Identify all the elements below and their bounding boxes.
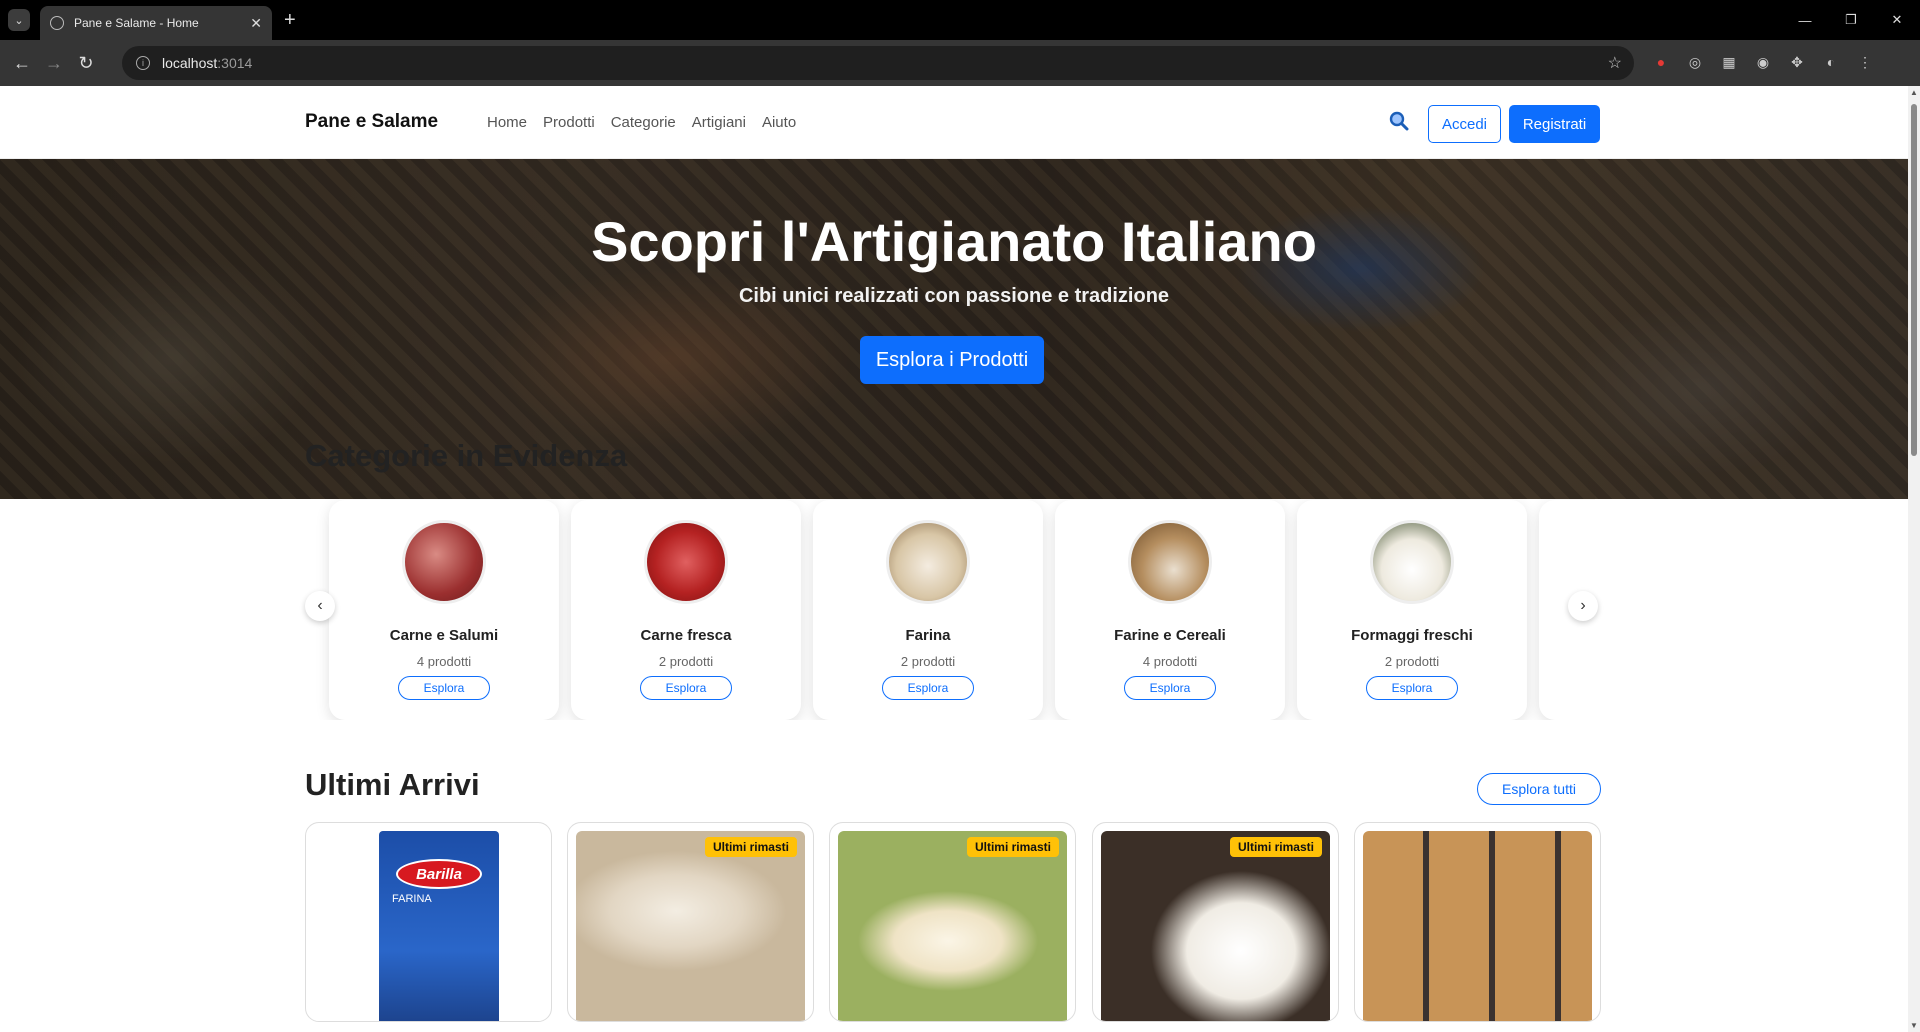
category-card[interactable]: Formaggi freschi 2 prodotti Esplora	[1297, 500, 1527, 720]
extensions-bar: ● ◎ ▦ ◉ ✥ ◐ ⋮	[1650, 51, 1876, 73]
camera-icon[interactable]: ◉	[1752, 51, 1774, 73]
category-image	[1128, 520, 1212, 604]
product-card[interactable]: Ultimi rimasti	[567, 822, 814, 1022]
back-icon[interactable]: ←	[6, 47, 38, 79]
nav-prodotti[interactable]: Prodotti	[543, 114, 595, 131]
nav-categorie[interactable]: Categorie	[611, 114, 676, 131]
window-controls: — ❐ ✕	[1782, 0, 1920, 40]
extension-red-icon[interactable]: ●	[1650, 51, 1672, 73]
product-image	[1363, 831, 1592, 1021]
category-count: 2 prodotti	[900, 654, 956, 669]
new-arrivals-title: Ultimi Arrivi	[305, 767, 480, 802]
close-tab-icon[interactable]: ✕	[250, 15, 262, 32]
category-image	[886, 520, 970, 604]
scrollbar-thumb[interactable]	[1911, 104, 1917, 456]
category-name: Carne e Salumi	[389, 627, 499, 644]
low-stock-badge: Ultimi rimasti	[704, 837, 797, 857]
category-name: Formaggi freschi	[1351, 627, 1473, 644]
category-count: 2 prodotti	[658, 654, 714, 669]
site-navbar: Pane e Salame Home Prodotti Categorie Ar…	[0, 86, 1908, 159]
product-image	[1101, 831, 1330, 1021]
carousel-next-button[interactable]: ›	[1568, 591, 1598, 621]
category-image	[644, 520, 728, 604]
forward-icon[interactable]: →	[38, 47, 70, 79]
product-card[interactable]: Ultimi rimasti	[829, 822, 1076, 1022]
package-label: FARINA	[392, 893, 432, 905]
browser-tab[interactable]: Pane e Salame - Home ✕	[40, 6, 272, 40]
bookmark-star-icon[interactable]: ☆	[1608, 53, 1622, 73]
nav-artigiani[interactable]: Artigiani	[692, 114, 746, 131]
category-card[interactable]: Carne e Salumi 4 prodotti Esplora	[329, 500, 559, 720]
globe-icon	[50, 16, 64, 30]
browser-toolbar: ← → ↻ i localhost:3014 ☆ ● ◎ ▦ ◉ ✥ ◐ ⋮	[0, 40, 1920, 86]
search-icon[interactable]	[1388, 110, 1410, 132]
hero-banner: Scopri l'Artigianato Italiano Cibi unici…	[0, 159, 1908, 499]
category-card[interactable]: Farina 2 prodotti Esplora	[813, 500, 1043, 720]
category-card[interactable]: Carne fresca 2 prodotti Esplora	[571, 500, 801, 720]
scroll-up-icon[interactable]: ▲	[1910, 88, 1918, 97]
low-stock-badge: Ultimi rimasti	[966, 837, 1059, 857]
new-tab-button[interactable]: +	[284, 10, 296, 30]
hero-title: Scopri l'Artigianato Italiano	[591, 210, 1317, 273]
category-image	[402, 520, 486, 604]
product-card[interactable]	[1354, 822, 1601, 1022]
register-button[interactable]: Registrati	[1509, 105, 1600, 143]
product-image	[838, 831, 1067, 1021]
explore-products-button[interactable]: Esplora i Prodotti	[860, 336, 1044, 384]
hero-subtitle: Cibi unici realizzati con passione e tra…	[738, 285, 1170, 307]
category-name: Farine e Cereali	[1114, 627, 1226, 644]
category-explore-button[interactable]: Esplora	[1124, 676, 1216, 700]
product-image	[576, 831, 805, 1021]
category-count: 4 prodotti	[416, 654, 472, 669]
categories-carousel: Carne e Salumi 4 prodotti Esplora Carne …	[305, 490, 1595, 720]
address-bar[interactable]: i localhost:3014 ☆	[122, 46, 1634, 80]
url-port: :3014	[217, 55, 253, 71]
menu-dots-icon[interactable]: ⋮	[1854, 51, 1876, 73]
nav-links: Home Prodotti Categorie Artigiani Aiuto	[487, 114, 796, 131]
nav-home[interactable]: Home	[487, 114, 527, 131]
minimize-button[interactable]: —	[1782, 0, 1828, 40]
product-card[interactable]: Barilla FARINA	[305, 822, 552, 1022]
nav-aiuto[interactable]: Aiuto	[762, 114, 796, 131]
product-card[interactable]: Ultimi rimasti	[1092, 822, 1339, 1022]
url-host: localhost	[162, 55, 218, 71]
category-card[interactable]: Farine e Cereali 4 prodotti Esplora	[1055, 500, 1285, 720]
scroll-down-icon[interactable]: ▼	[1910, 1021, 1918, 1030]
category-explore-button[interactable]: Esplora	[882, 676, 974, 700]
tab-search-button[interactable]: ⌄	[8, 9, 30, 31]
category-explore-button[interactable]: Esplora	[640, 676, 732, 700]
close-window-button[interactable]: ✕	[1874, 0, 1920, 40]
profile-avatar-icon[interactable]: ◐	[1820, 51, 1842, 73]
site-info-icon[interactable]: i	[136, 56, 150, 70]
puzzle-icon[interactable]: ✥	[1786, 51, 1808, 73]
low-stock-badge: Ultimi rimasti	[1229, 837, 1322, 857]
extension-grid-icon[interactable]: ▦	[1718, 51, 1740, 73]
category-explore-button[interactable]: Esplora	[398, 676, 490, 700]
reload-icon[interactable]: ↻	[70, 47, 102, 79]
login-button[interactable]: Accedi	[1428, 105, 1501, 143]
category-explore-button[interactable]: Esplora	[1366, 676, 1458, 700]
category-count: 2 prodotti	[1384, 654, 1440, 669]
category-count: 4 prodotti	[1142, 654, 1198, 669]
product-image: Barilla FARINA	[314, 831, 543, 1021]
browser-tab-strip: ⌄ Pane e Salame - Home ✕ + — ❐ ✕	[0, 0, 1920, 40]
category-name: Carne fresca	[640, 627, 732, 644]
explore-all-button[interactable]: Esplora tutti	[1477, 773, 1601, 805]
tab-title: Pane e Salame - Home	[74, 16, 199, 30]
brand-logo[interactable]: Pane e Salame	[305, 111, 438, 133]
restore-button[interactable]: ❐	[1828, 0, 1874, 40]
carousel-prev-button[interactable]: ‹	[305, 591, 335, 621]
page-scrollbar[interactable]: ▲ ▼	[1908, 86, 1920, 1032]
category-name: Farina	[905, 627, 951, 644]
category-image	[1370, 520, 1454, 604]
extension-glasses-icon[interactable]: ◎	[1684, 51, 1706, 73]
barilla-logo: Barilla	[396, 859, 482, 889]
